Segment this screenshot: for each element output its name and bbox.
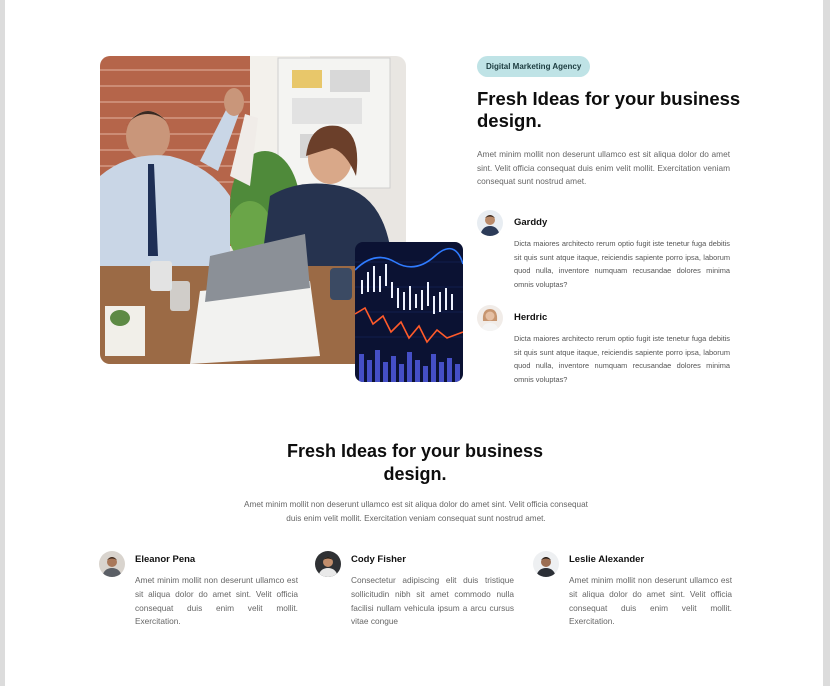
member-name: Garddy bbox=[514, 217, 548, 228]
testimonial-name: Leslie Alexander bbox=[569, 554, 645, 565]
hero-description: Amet minim mollit non deserunt ullamco e… bbox=[477, 149, 730, 186]
testimonial-text: Amet minim mollit non deserunt ullamco e… bbox=[569, 575, 732, 627]
testimonial-text: Consectetur adipiscing elit duis tristiq… bbox=[351, 575, 514, 627]
page: Digital Marketing Agency Fresh Ideas for… bbox=[5, 0, 823, 686]
member-name: Herdric bbox=[514, 312, 548, 323]
member-bio: Dicta maiores architecto rerum optio fug… bbox=[514, 239, 730, 289]
avatar bbox=[99, 551, 125, 577]
section-description: Amet minim mollit non deserunt ullamco e… bbox=[244, 500, 588, 523]
stock-chart-photo bbox=[355, 242, 463, 382]
testimonial-name: Cody Fisher bbox=[351, 554, 406, 565]
testimonial-text: Amet minim mollit non deserunt ullamco e… bbox=[135, 575, 298, 627]
member-bio: Dicta maiores architecto rerum optio fug… bbox=[514, 334, 730, 384]
avatar bbox=[315, 551, 341, 577]
testimonial-name: Eleanor Pena bbox=[135, 554, 196, 565]
avatar bbox=[477, 305, 503, 331]
section-title: Fresh Ideas for your business design. bbox=[286, 441, 544, 484]
avatar bbox=[533, 551, 559, 577]
agency-badge: Digital Marketing Agency bbox=[477, 56, 591, 77]
avatar bbox=[477, 210, 503, 236]
hero-title: Fresh Ideas for your business design. bbox=[477, 88, 741, 131]
